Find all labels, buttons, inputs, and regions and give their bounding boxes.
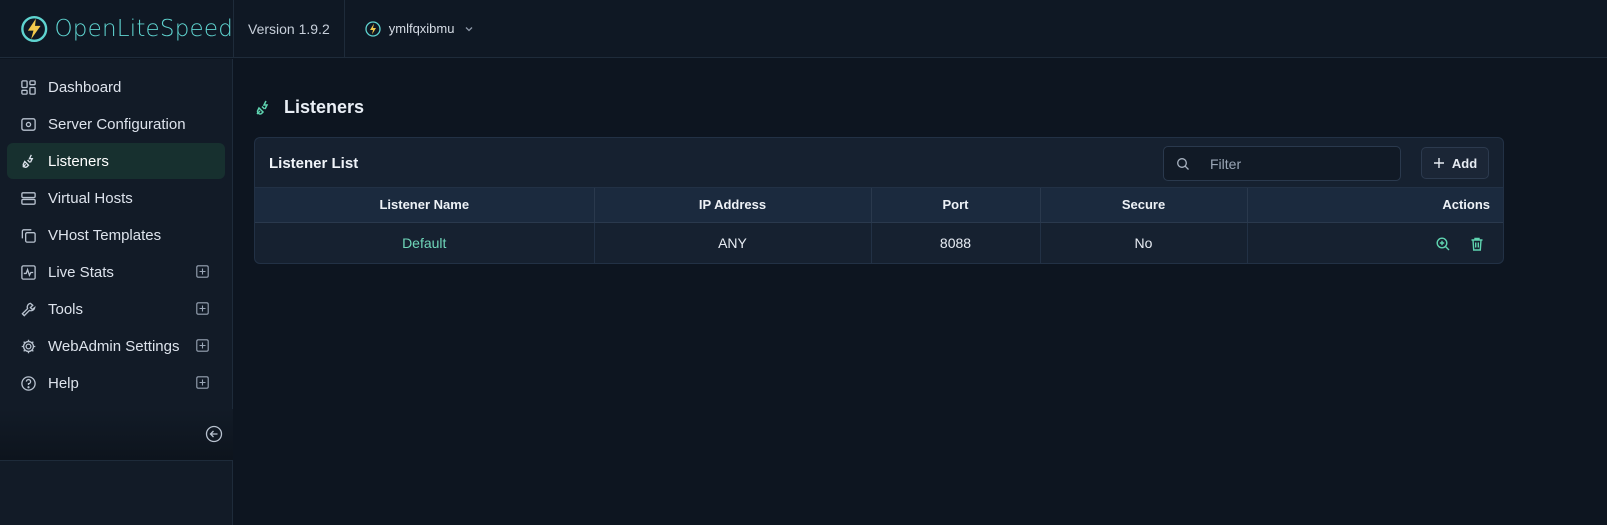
activity-icon [19,263,37,281]
delete-trash-icon[interactable] [1469,236,1485,252]
expand-plus-icon[interactable] [196,302,209,315]
table-header-row: Listener Name IP Address Port Secure Act… [255,188,1503,223]
wrench-icon [19,300,37,318]
help-icon [19,374,37,392]
expand-plus-icon[interactable] [196,339,209,352]
page-title: Listeners [284,97,365,117]
view-zoom-icon[interactable] [1435,236,1451,252]
sidebar-item-tools[interactable]: Tools [7,291,225,327]
brand[interactable]: OpenLiteSpeed [0,0,234,58]
sidebar-footer [0,409,233,461]
listener-name-link[interactable]: Default [402,235,446,251]
sidebar: Dashboard Server Configuration Listeners… [0,59,233,525]
main-content: Listeners Listener List Add Listener Nam… [234,59,1607,525]
plug-icon [256,100,269,115]
top-bar: OpenLiteSpeed Version 1.9.2 ymlfqxibmu [0,0,1607,58]
plus-icon [1433,158,1444,168]
card-header: Listener List Add [255,138,1503,188]
listener-list-card: Listener List Add Listener Name IP Addre… [254,137,1504,264]
column-header-listener-name[interactable]: Listener Name [255,188,595,223]
brand-name: OpenLiteSpeed [54,15,233,42]
server-stack-icon [19,189,37,207]
sidebar-item-label: Dashboard [48,78,122,96]
collapse-sidebar-icon[interactable] [205,425,223,443]
column-header-secure[interactable]: Secure [1040,188,1248,223]
sidebar-item-dashboard[interactable]: Dashboard [7,69,225,105]
expand-plus-icon[interactable] [196,376,209,389]
openlitespeed-logo-icon [21,15,48,42]
listener-name-cell: Default [255,222,595,263]
gear-icon [19,337,37,355]
bolt-icon [365,20,381,37]
sidebar-item-label: Server Configuration [48,115,186,133]
add-listener-button[interactable]: Add [1421,147,1489,179]
sidebar-item-label: VHost Templates [48,226,162,244]
sidebar-item-label: Live Stats [48,263,114,281]
expand-plus-icon[interactable] [196,265,209,278]
sidebar-item-webadmin-settings[interactable]: WebAdmin Settings [7,328,225,364]
search-icon [1177,157,1189,170]
sidebar-nav: Dashboard Server Configuration Listeners… [0,59,232,401]
server-config-icon [19,115,37,133]
column-header-port[interactable]: Port [871,188,1041,223]
port-cell: 8088 [871,222,1041,263]
card-title: Listener List [269,155,359,172]
add-button-label: Add [1451,155,1478,171]
actions-cell [1247,222,1503,263]
sidebar-item-label: Help [48,374,79,392]
listener-table: Listener Name IP Address Port Secure Act… [255,188,1503,263]
sidebar-item-label: Tools [48,300,84,318]
secure-cell: No [1040,222,1248,263]
sidebar-item-help[interactable]: Help [7,365,225,401]
filter-input[interactable] [1210,155,1390,172]
sidebar-item-label: WebAdmin Settings [48,337,180,355]
sidebar-item-label: Listeners [48,152,109,170]
filter-box [1163,146,1401,181]
server-selector[interactable]: ymlfqxibmu [345,0,495,58]
server-name: ymlfqxibmu [388,21,455,36]
ip-address-cell: ANY [594,222,872,263]
copy-icon [19,226,37,244]
sidebar-item-listeners[interactable]: Listeners [7,143,225,179]
sidebar-item-live-stats[interactable]: Live Stats [7,254,225,290]
sidebar-item-label: Virtual Hosts [48,189,133,207]
table-row: Default ANY 8088 No [255,222,1503,263]
dashboard-icon [19,78,37,96]
page-header: Listeners [254,97,364,118]
sidebar-item-virtual-hosts[interactable]: Virtual Hosts [7,180,225,216]
chevron-down-icon [466,26,473,31]
plug-icon [19,152,37,170]
column-header-actions: Actions [1247,188,1503,223]
sidebar-item-vhost-templates[interactable]: VHost Templates [7,217,225,253]
sidebar-item-server-configuration[interactable]: Server Configuration [7,106,225,142]
column-header-ip-address[interactable]: IP Address [594,188,872,223]
version-label: Version 1.9.2 [234,0,345,58]
